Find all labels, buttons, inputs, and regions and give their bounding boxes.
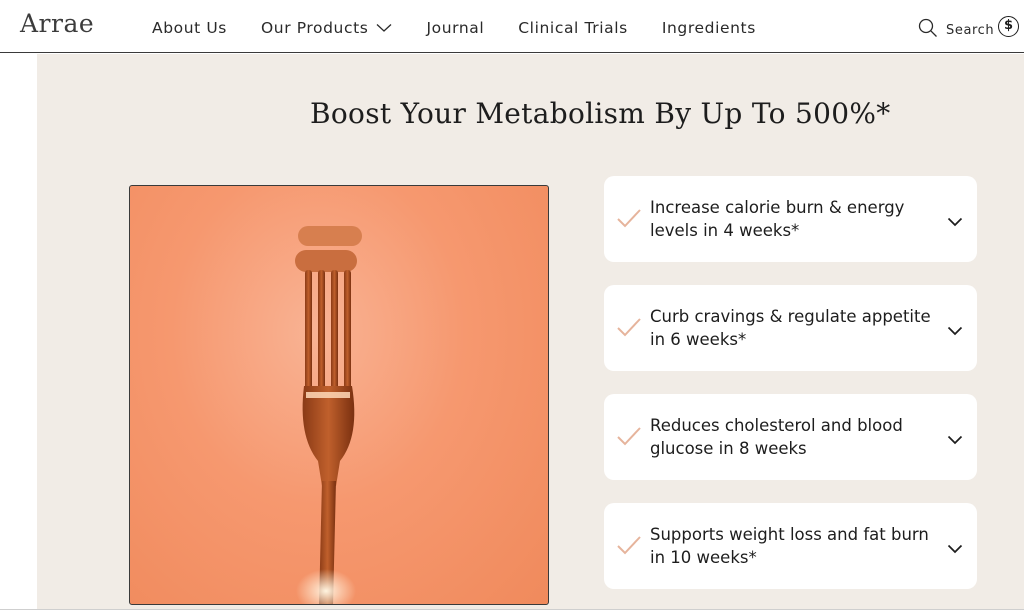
search-icon [918, 18, 938, 42]
benefit-item-3[interactable]: Reduces cholesterol and blood glucose in… [604, 394, 977, 480]
nav-label: Our Products [260, 19, 369, 37]
currency-selector[interactable]: $ [998, 16, 1019, 37]
fork-with-capsules-illustration [295, 226, 362, 604]
benefit-text: Curb cravings & regulate appetite in 6 w… [650, 307, 931, 349]
site-header: Arrae About Us Our Products Journal Clin… [0, 0, 1024, 53]
chevron-down-icon[interactable] [947, 430, 963, 449]
chevron-down-icon [376, 19, 392, 37]
nav-clinical-trials[interactable]: Clinical Trials [518, 19, 628, 37]
benefit-text: Reduces cholesterol and blood glucose in… [650, 416, 903, 458]
check-icon [616, 207, 642, 233]
check-icon [616, 534, 642, 560]
chevron-down-icon[interactable] [947, 321, 963, 340]
brand-logo[interactable]: Arrae [20, 9, 94, 38]
main-nav: About Us Our Products Journal Clinical T… [152, 19, 790, 37]
benefit-item-4[interactable]: Supports weight loss and fat burn in 10 … [604, 503, 977, 589]
chevron-down-icon[interactable] [947, 212, 963, 231]
nav-label: Ingredients [661, 19, 756, 37]
check-icon [616, 316, 642, 342]
nav-journal[interactable]: Journal [426, 19, 484, 37]
nav-label: Journal [426, 19, 485, 37]
divider [0, 609, 1024, 610]
benefit-text: Increase calorie burn & energy levels in… [650, 198, 905, 240]
search-button[interactable]: Search [918, 18, 994, 42]
benefit-text: Supports weight loss and fat burn in 10 … [650, 525, 929, 567]
benefit-item-1[interactable]: Increase calorie burn & energy levels in… [604, 176, 977, 262]
benefit-item-2[interactable]: Curb cravings & regulate appetite in 6 w… [604, 285, 977, 371]
hero-image [129, 185, 549, 605]
nav-ingredients[interactable]: Ingredients [662, 19, 756, 37]
nav-our-products[interactable]: Our Products [261, 19, 392, 37]
nav-label: About Us [152, 19, 227, 37]
check-icon [616, 425, 642, 451]
search-label: Search [946, 22, 995, 38]
chevron-down-icon[interactable] [947, 539, 963, 558]
nav-label: Clinical Trials [518, 19, 628, 37]
page-title: Boost Your Metabolism By Up To 500%* [310, 97, 891, 130]
nav-about-us[interactable]: About Us [152, 19, 227, 37]
